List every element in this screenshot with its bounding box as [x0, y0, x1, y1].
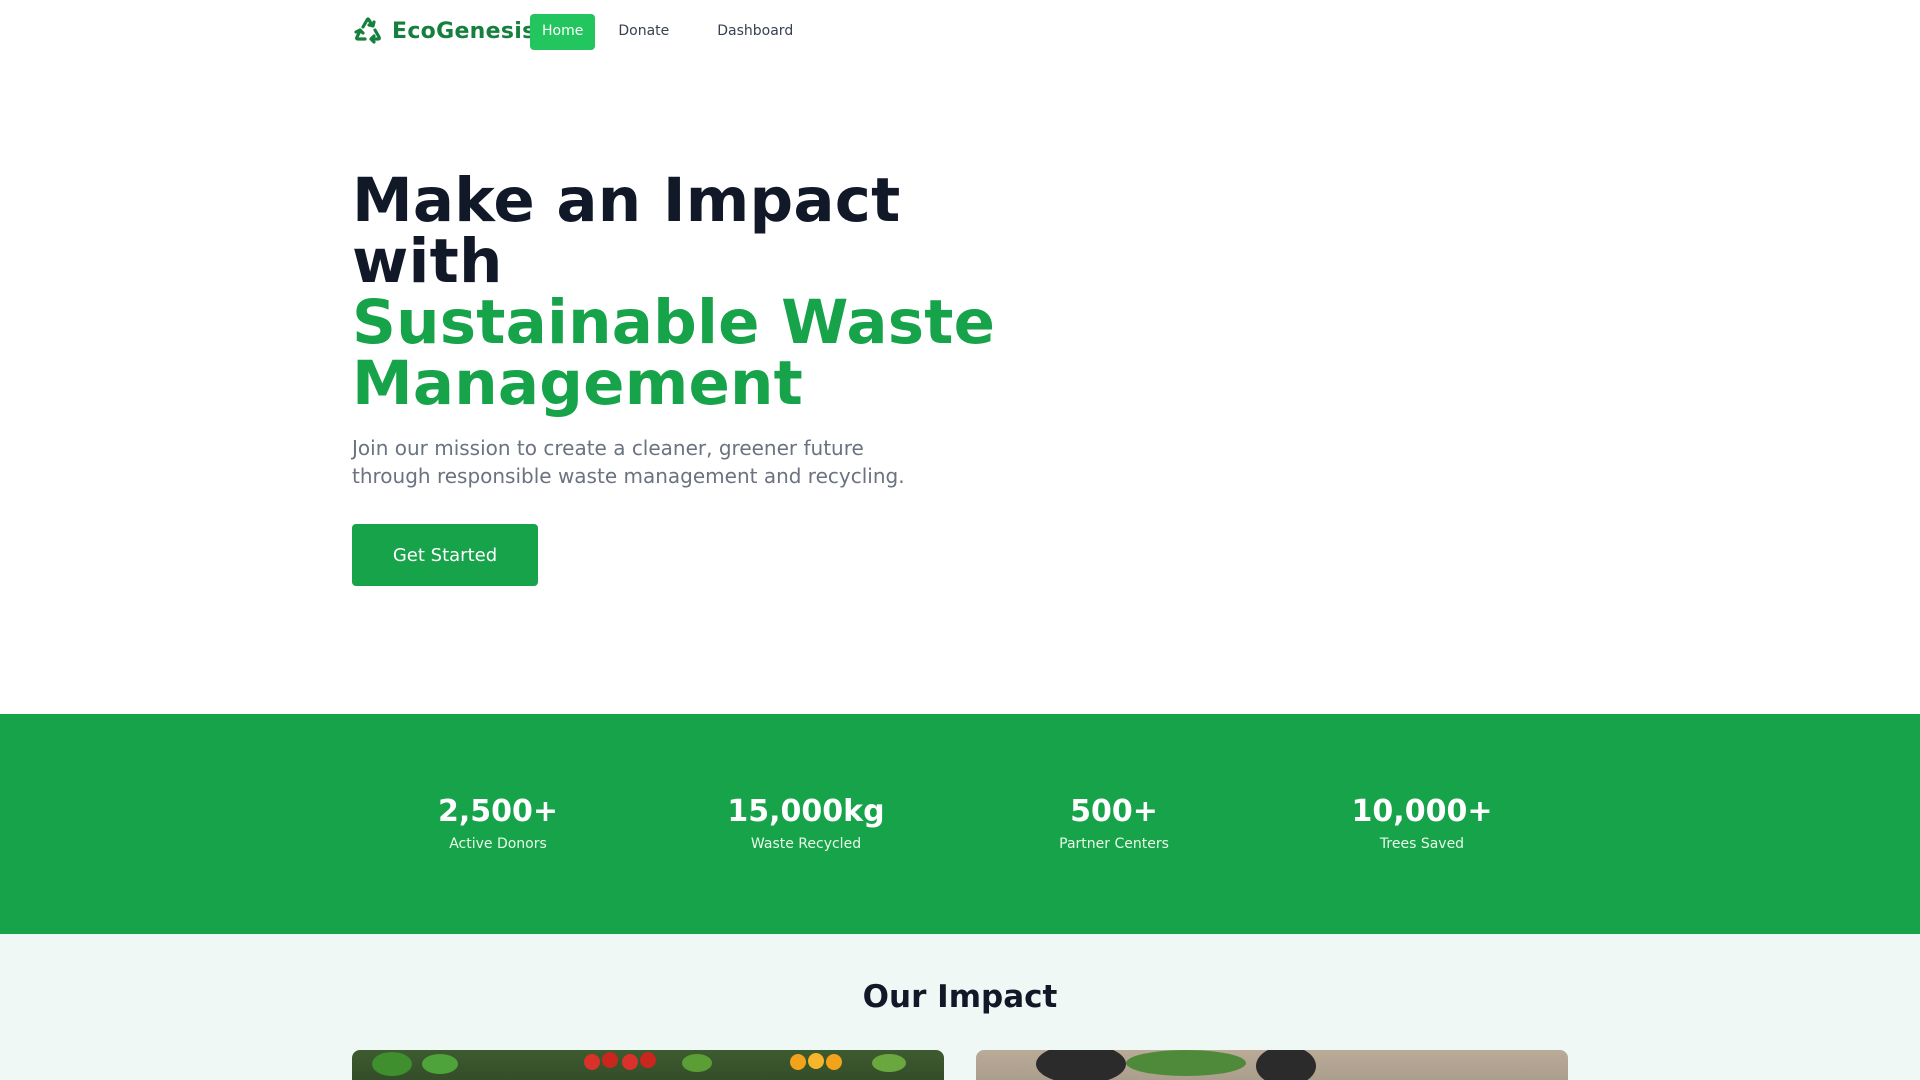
nav-home[interactable]: Home	[530, 14, 596, 50]
bin-shape	[1036, 1050, 1126, 1080]
leafy-greens-shape	[422, 1054, 458, 1074]
stat-label: Active Donors	[449, 836, 547, 852]
stat-trees-saved: 10,000+ Trees Saved	[1277, 794, 1567, 853]
stat-label: Waste Recycled	[750, 836, 862, 852]
impact-section: Our Impact	[0, 934, 1920, 1080]
get-started-button[interactable]: Get Started	[352, 524, 538, 586]
main-nav: Home Donate Dashboard	[530, 14, 808, 50]
leafy-greens-shape	[372, 1052, 412, 1076]
stat-value: 15,000kg	[727, 794, 885, 829]
stats-band: 2,500+ Active Donors 15,000kg Waste Recy…	[0, 714, 1920, 934]
brand-name: EcoGenesis	[392, 18, 536, 44]
stat-value: 2,500+	[437, 794, 559, 829]
hero-subtitle: Join our mission to create a cleaner, gr…	[352, 436, 905, 488]
brand-logo[interactable]: EcoGenesis	[352, 14, 535, 48]
hero-title-accent-line-2: Management	[352, 348, 804, 419]
tomato-shape	[584, 1054, 600, 1070]
impact-card-image-compost[interactable]	[976, 1050, 1568, 1080]
nav-dashboard[interactable]: Dashboard	[702, 14, 808, 50]
impact-card-image-produce[interactable]	[352, 1050, 944, 1080]
orange-shape	[808, 1053, 824, 1069]
stat-value: 10,000+	[1351, 794, 1493, 829]
navbar: EcoGenesis Home Donate Dashboard	[0, 0, 1920, 64]
hero-title-line-1: Make an Impact	[352, 165, 901, 236]
hero-title-line-2: with	[352, 226, 503, 297]
hero-title: Make an Impact with Sustainable Waste Ma…	[352, 170, 1032, 414]
tomato-shape	[622, 1054, 638, 1070]
nav-donate[interactable]: Donate	[603, 14, 684, 50]
stat-label: Partner Centers	[1059, 836, 1169, 852]
stat-partner-centers: 500+ Partner Centers	[969, 794, 1259, 853]
vegetable-shape	[682, 1054, 712, 1072]
hero-title-accent-line-1: Sustainable Waste	[352, 287, 996, 358]
orange-shape	[826, 1054, 842, 1070]
hero-section: Make an Impact with Sustainable Waste Ma…	[352, 170, 1032, 586]
stat-waste-recycled: 15,000kg Waste Recycled	[661, 794, 951, 853]
tomato-shape	[602, 1052, 618, 1068]
recycle-icon	[354, 17, 381, 44]
greens-shape	[1126, 1050, 1246, 1076]
stat-value: 500+	[1070, 794, 1158, 829]
orange-shape	[790, 1054, 806, 1070]
bin-shape	[1256, 1050, 1316, 1080]
tomato-shape	[640, 1052, 656, 1068]
stat-active-donors: 2,500+ Active Donors	[353, 794, 643, 853]
vegetable-shape	[872, 1054, 906, 1072]
stat-label: Trees Saved	[1379, 836, 1465, 852]
impact-title: Our Impact	[862, 979, 1058, 1015]
